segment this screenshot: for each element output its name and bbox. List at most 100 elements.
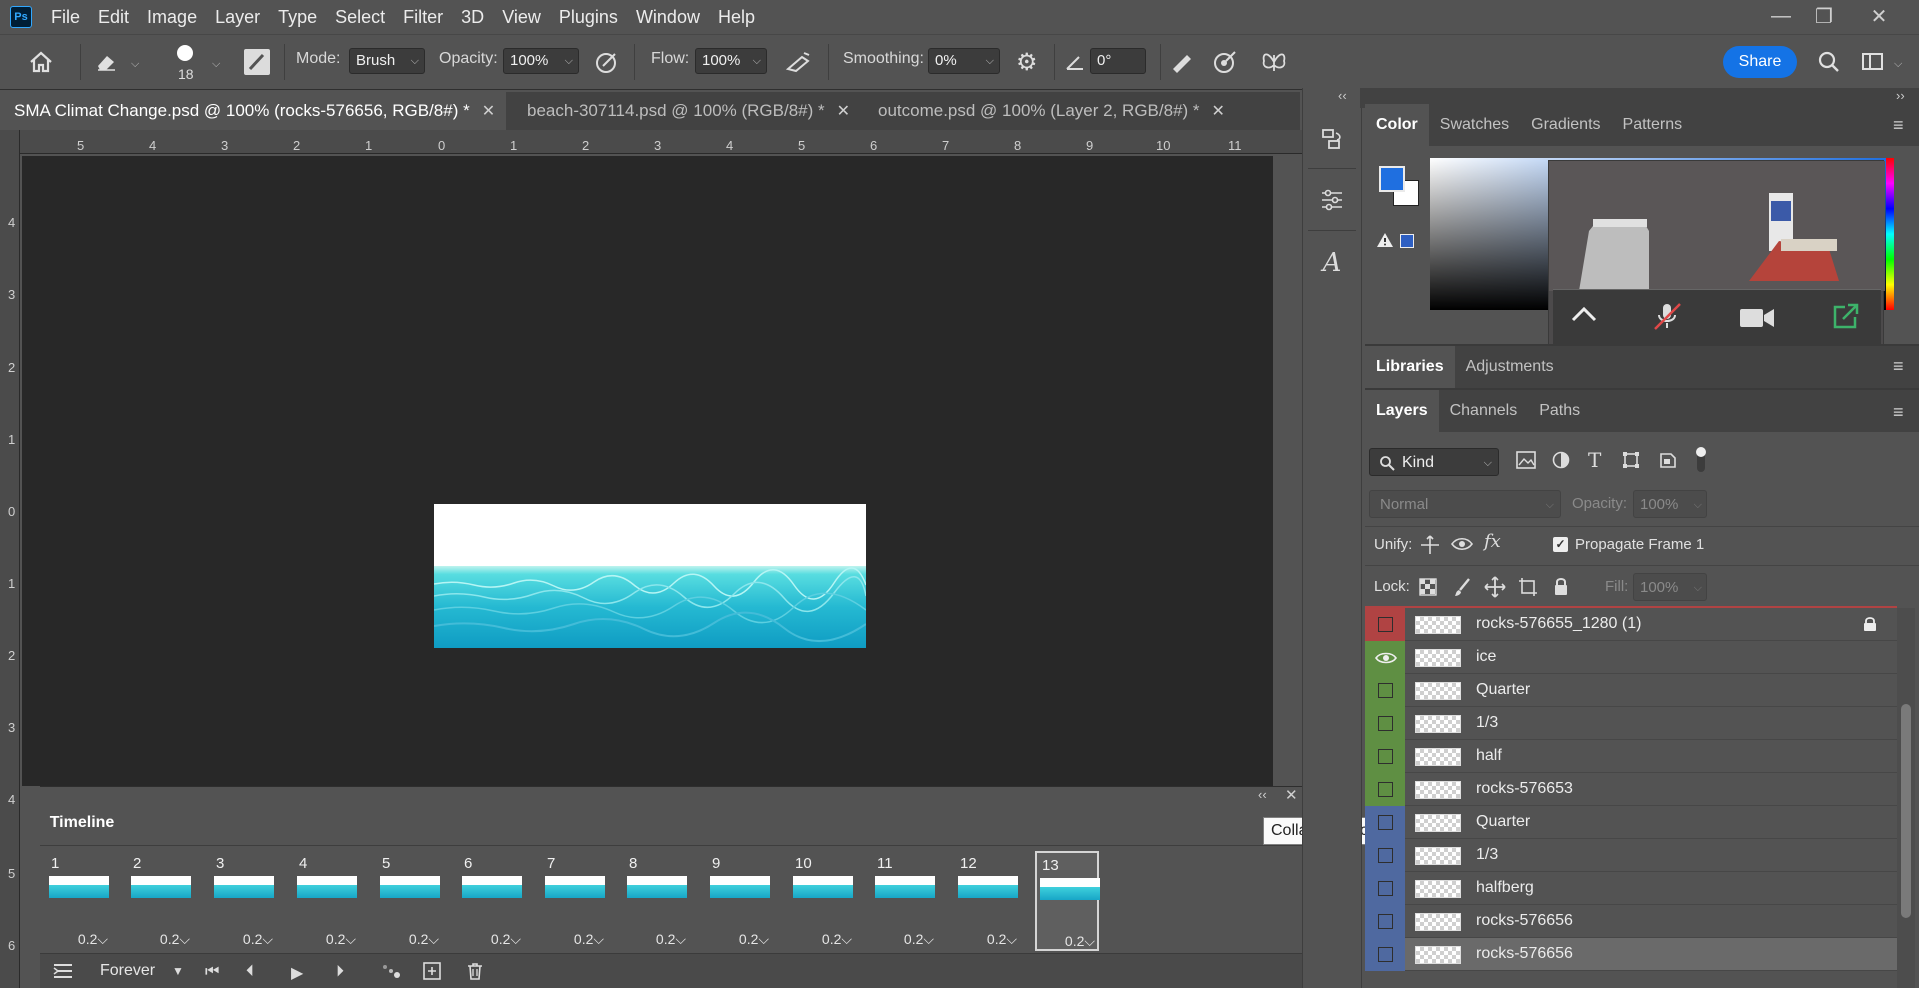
frame-delay-select[interactable]: 0.2⌵: [78, 931, 108, 948]
layers-panel-menu-icon[interactable]: ≡: [1893, 402, 1904, 423]
pressure-size-icon[interactable]: [1168, 49, 1194, 75]
libraries-panel-menu-icon[interactable]: ≡: [1893, 356, 1904, 377]
layer-row[interactable]: half: [1365, 740, 1897, 773]
collapse-strip-icon[interactable]: ‹‹: [1338, 88, 1347, 103]
visibility-toggle[interactable]: [1378, 716, 1393, 731]
camera-icon[interactable]: [1739, 307, 1775, 329]
frame-delay-select[interactable]: 0.2⌵: [243, 931, 273, 948]
search-icon[interactable]: [1817, 50, 1841, 74]
properties-sliders-icon[interactable]: [1315, 183, 1349, 217]
lock-artboard-icon[interactable]: [1517, 576, 1539, 598]
previous-frame-icon[interactable]: ⏴: [246, 963, 254, 981]
restore-icon[interactable]: ❐: [1803, 0, 1845, 32]
tab-paths[interactable]: Paths: [1528, 390, 1591, 432]
document-canvas[interactable]: [434, 504, 866, 648]
butterfly-symmetry-icon[interactable]: [1260, 49, 1288, 75]
trash-icon[interactable]: [465, 961, 485, 981]
history-icon[interactable]: [1315, 122, 1349, 156]
timeline-frame[interactable]: 3 0.2⌵: [211, 851, 275, 951]
expand-panels-icon[interactable]: ››: [1896, 88, 1905, 103]
canvas-area[interactable]: [22, 156, 1273, 786]
close-icon[interactable]: ✕: [1212, 101, 1225, 121]
tab-color[interactable]: Color: [1365, 104, 1429, 146]
shape-layer-filter-icon[interactable]: [1622, 451, 1640, 469]
visibility-toggle[interactable]: [1378, 782, 1393, 797]
timeline-frame[interactable]: 7 0.2⌵: [542, 851, 606, 951]
menu-type[interactable]: Type: [269, 7, 326, 28]
next-frame-icon[interactable]: ⏵: [336, 963, 344, 981]
menu-plugins[interactable]: Plugins: [550, 7, 627, 28]
visibility-toggle[interactable]: [1378, 617, 1393, 632]
unify-position-icon[interactable]: [1418, 534, 1442, 556]
pixel-layer-filter-icon[interactable]: [1516, 451, 1536, 469]
timeline-tab[interactable]: Timeline: [40, 805, 124, 843]
loop-select[interactable]: Forever: [100, 962, 155, 980]
frame-delay-select[interactable]: 0.2⌵: [574, 931, 604, 948]
tab-outcome[interactable]: outcome.psd @ 100% (Layer 2, RGB/8#) * ✕: [864, 92, 1230, 130]
lock-position-icon[interactable]: [1484, 576, 1506, 598]
tab-patterns[interactable]: Patterns: [1612, 104, 1694, 146]
collapse-icon[interactable]: ‹‹: [1258, 787, 1267, 802]
eye-icon[interactable]: [1375, 651, 1397, 665]
video-call-overlay[interactable]: [1548, 160, 1885, 348]
timeline-frame[interactable]: 11 0.2⌵: [872, 851, 936, 951]
menu-layer[interactable]: Layer: [206, 7, 269, 28]
timeline-frame[interactable]: 5 0.2⌵: [377, 851, 441, 951]
frame-delay-select[interactable]: 0.2⌵: [326, 931, 356, 948]
frame-delay-select[interactable]: 0.2⌵: [739, 931, 769, 948]
layer-row[interactable]: Quarter: [1365, 674, 1897, 707]
lock-image-brush-icon[interactable]: [1454, 577, 1472, 597]
timeline-frame[interactable]: 8 0.2⌵: [624, 851, 688, 951]
home-icon[interactable]: [28, 50, 54, 74]
timeline-frame[interactable]: 6 0.2⌵: [459, 851, 523, 951]
workspace-chevron-icon[interactable]: ⌵: [1894, 58, 1902, 71]
close-window-icon[interactable]: ✕: [1858, 0, 1900, 32]
unify-visibility-icon[interactable]: [1450, 534, 1476, 556]
type-layer-filter-icon[interactable]: T: [1588, 448, 1601, 472]
smoothing-input[interactable]: 0% ⌵: [928, 48, 1000, 74]
frame-delay-select[interactable]: 0.2⌵: [987, 931, 1017, 948]
smoothing-settings-gear-icon[interactable]: ⚙: [1016, 48, 1038, 77]
mode-select[interactable]: Brush ⌵: [349, 48, 425, 74]
tab-sma-climat-change[interactable]: SMA Climat Change.psd @ 100% (rocks-5766…: [0, 92, 506, 130]
flow-input[interactable]: 100% ⌵: [695, 48, 767, 74]
close-icon[interactable]: ✕: [837, 101, 850, 121]
symmetry-target-icon[interactable]: [1212, 49, 1238, 75]
hue-slider[interactable]: [1886, 158, 1894, 310]
unify-style-fx-icon[interactable]: fx: [1484, 531, 1501, 552]
visibility-toggle[interactable]: [1378, 815, 1393, 830]
web-safe-color-swatch[interactable]: [1400, 234, 1414, 248]
color-panel-menu-icon[interactable]: ≡: [1893, 115, 1904, 136]
menu-select[interactable]: Select: [326, 7, 394, 28]
frame-delay-select[interactable]: 0.2⌵: [1065, 933, 1095, 950]
timeline-frame[interactable]: 13 0.2⌵: [1035, 851, 1100, 951]
blend-mode-select[interactable]: Normal ⌵: [1369, 490, 1561, 518]
layer-row[interactable]: 1/3: [1365, 839, 1897, 872]
visibility-toggle[interactable]: [1378, 848, 1393, 863]
tab-libraries[interactable]: Libraries: [1365, 346, 1455, 388]
frame-delay-select[interactable]: 0.2⌵: [160, 931, 190, 948]
frame-delay-select[interactable]: 0.2⌵: [822, 931, 852, 948]
share-screen-icon[interactable]: [1831, 303, 1861, 331]
menu-file[interactable]: File: [42, 7, 89, 28]
tab-swatches[interactable]: Swatches: [1429, 104, 1520, 146]
brush-settings-icon[interactable]: [244, 49, 270, 75]
vertical-ruler[interactable]: [0, 130, 20, 988]
close-icon[interactable]: ✕: [482, 101, 495, 121]
smart-object-filter-icon[interactable]: [1659, 451, 1677, 469]
visibility-toggle[interactable]: [1378, 947, 1393, 962]
tween-icon[interactable]: [380, 962, 402, 980]
timeline-frame[interactable]: 12 0.2⌵: [955, 851, 1019, 951]
visibility-toggle[interactable]: [1378, 881, 1393, 896]
layers-scrollbar[interactable]: [1897, 608, 1915, 988]
menu-3d[interactable]: 3D: [452, 7, 493, 28]
layer-filter-select[interactable]: Kind ⌵: [1369, 448, 1499, 476]
mic-muted-icon[interactable]: [1652, 301, 1682, 331]
propagate-checkbox[interactable]: ✓: [1553, 537, 1568, 552]
menu-window[interactable]: Window: [627, 7, 709, 28]
minimize-icon[interactable]: —: [1760, 0, 1802, 32]
share-button[interactable]: Share: [1723, 46, 1797, 78]
lock-transparent-icon[interactable]: [1419, 578, 1437, 596]
visibility-toggle[interactable]: [1378, 683, 1393, 698]
chevron-down-icon[interactable]: ▼: [172, 964, 184, 978]
